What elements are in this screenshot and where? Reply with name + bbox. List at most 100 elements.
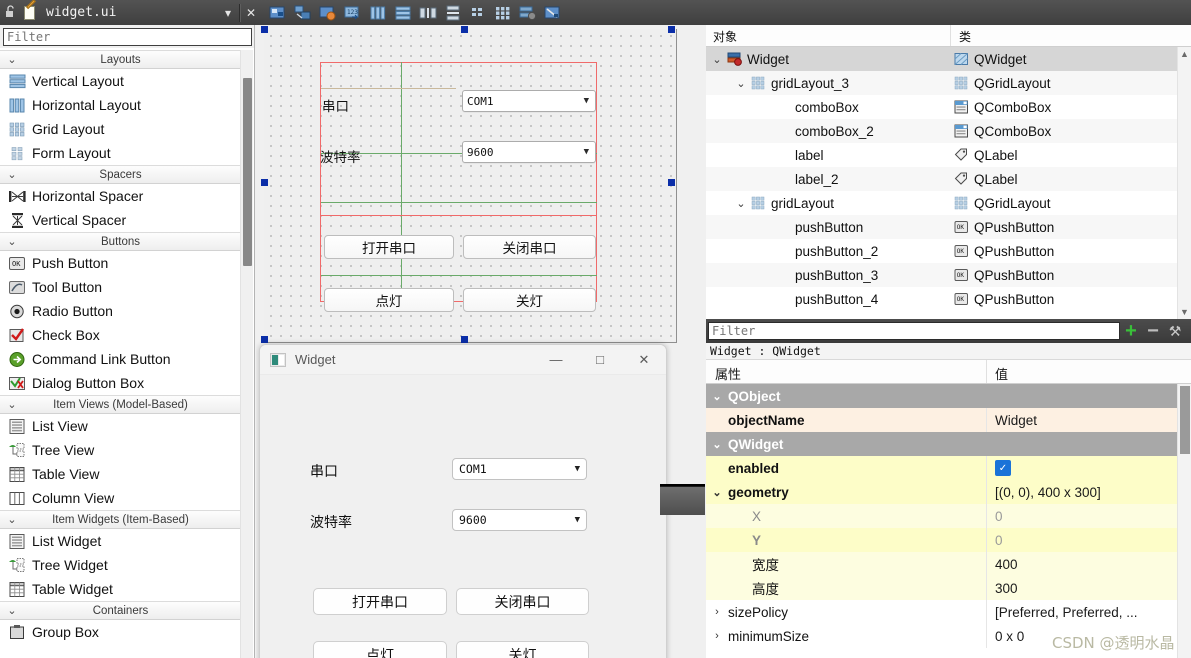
property-value-cell[interactable]: ✓ [987,456,1177,480]
widget-box-filter-input[interactable] [3,28,252,46]
property-row-minimumsize[interactable]: › minimumSize 0 x 0 [706,624,1177,648]
adjust-size-icon[interactable] [290,0,315,25]
widget-item-horizontal-layout[interactable]: Horizontal Layout [0,93,241,117]
buddy-edit-icon[interactable]: 123 [340,0,365,25]
widget-box-scrollbar[interactable] [240,50,253,658]
property-filter-input[interactable] [708,322,1120,340]
plus-icon[interactable]: + [1120,320,1142,342]
widget-item-vertical-layout[interactable]: Vertical Layout [0,69,241,93]
widget-item-horizontal-spacer[interactable]: Horizontal Spacer [0,184,241,208]
break-layout-icon[interactable] [265,0,290,25]
form-label-baud-rate[interactable]: 波特率 [320,146,361,166]
preview-titlebar[interactable]: Widget — □ ✕ [260,345,666,375]
property-value-cell[interactable]: 0 [987,528,1177,552]
layout-form-icon[interactable] [465,0,490,25]
widget-item-push-button[interactable]: OK Push Button [0,251,241,275]
scroll-down-icon[interactable]: ▼ [1180,305,1189,319]
property-scroll-thumb[interactable] [1180,386,1190,454]
layout-splitter-horizontal-icon[interactable] [415,0,440,25]
object-row-pushbutton[interactable]: pushButton OK QPushButton [706,215,1177,239]
preview-button-close-port[interactable]: 关闭串口 [456,588,589,615]
layout-splitter-vertical-icon[interactable] [440,0,465,25]
property-value-cell[interactable]: 400 [987,552,1177,576]
chevron-down-icon[interactable]: ▾ [217,0,239,25]
preview-combobox-baud[interactable]: 9600 ▼ [452,509,587,531]
object-row-combobox[interactable]: comboBox QComboBox [706,95,1177,119]
object-row-label[interactable]: label QLabel [706,143,1177,167]
close-icon[interactable]: ✕ [240,0,262,25]
resize-handle-top-center[interactable] [461,26,468,33]
widget-item-list-widget[interactable]: List Widget [0,529,241,553]
property-editor-rows[interactable]: ⌄ QObject objectName Widget ⌄ QWidget enabled ✓… [706,384,1177,658]
widget-item-radio-button[interactable]: Radio Button [0,299,241,323]
widget-item-column-view[interactable]: Column View [0,486,241,510]
form-combobox-baud[interactable]: 9600 ▼ [462,141,596,163]
object-row-label_2[interactable]: label_2 QLabel [706,167,1177,191]
object-inspector-scrollbar[interactable]: ▲ ▼ [1177,47,1191,319]
object-row-pushbutton_3[interactable]: pushButton_3 OK QPushButton [706,263,1177,287]
property-value-cell[interactable]: Widget [987,408,1177,432]
object-row-gridlayout[interactable]: ⌄ gridLayout QGridLayout [706,191,1177,215]
preview-combobox-port[interactable]: COM1 ▼ [452,458,587,480]
property-row-enabled[interactable]: enabled ✓ [706,456,1177,480]
widget-box-list[interactable]: ⌄ Layouts Vertical Layout Horizontal Layout… [0,50,241,658]
property-value-cell[interactable]: 300 [987,576,1177,600]
preview-button-light-on[interactable]: 点灯 [313,641,447,658]
property-value-cell[interactable]: 0 [987,504,1177,528]
wrench-icon[interactable]: ⚒ [1164,320,1186,342]
widget-category-containers[interactable]: ⌄ Containers [0,601,241,620]
form-button-light-on[interactable]: 点灯 [324,288,454,312]
form-combobox-port[interactable]: COM1 ▼ [462,90,596,112]
resize-handle-bottom-left[interactable] [261,336,268,343]
form-button-open-port[interactable]: 打开串口 [324,235,454,259]
property-row-geometry[interactable]: ⌄ geometry [(0, 0), 400 x 300] [706,480,1177,504]
chevron-down-icon[interactable]: ⌄ [734,77,748,90]
chevron-down-icon[interactable]: ⌄ [710,53,724,66]
chevron-down-icon[interactable]: ⌄ [734,197,748,210]
chevron-down-icon[interactable]: ⌄ [706,486,728,499]
property-row-qobject[interactable]: ⌄ QObject [706,384,1177,408]
signal-slot-icon[interactable] [540,0,565,25]
widget-box-scroll-thumb[interactable] [243,78,252,266]
resize-handle-top-right[interactable] [668,26,675,33]
preview-button-light-off[interactable]: 关灯 [456,641,589,658]
preview-button-open-port[interactable]: 打开串口 [313,588,447,615]
widget-category-item-widgets-item-based[interactable]: ⌄ Item Widgets (Item-Based) [0,510,241,529]
widget-item-dialog-button-box[interactable]: Dialog Button Box [0,371,241,395]
layout-horizontal-icon[interactable] [365,0,390,25]
property-row-高度[interactable]: 高度 300 [706,576,1177,600]
close-icon[interactable]: ✕ [622,345,666,375]
minus-icon[interactable]: − [1142,320,1164,342]
chevron-right-icon[interactable]: › [706,630,728,642]
object-row-pushbutton_2[interactable]: pushButton_2 OK QPushButton [706,239,1177,263]
object-row-widget[interactable]: ⌄ Widget QWidget [706,47,1177,71]
property-row-y[interactable]: Y0 [706,528,1177,552]
preview-icon[interactable] [315,0,340,25]
property-row-sizepolicy[interactable]: › sizePolicy [Preferred, Preferred, ... [706,600,1177,624]
widget-category-item-views-model-based[interactable]: ⌄ Item Views (Model-Based) [0,395,241,414]
widget-item-command-link-button[interactable]: Command Link Button [0,347,241,371]
checkbox-checked-icon[interactable]: ✓ [995,460,1011,476]
widget-item-table-widget[interactable]: Table Widget [0,577,241,601]
property-row-宽度[interactable]: 宽度 400 [706,552,1177,576]
property-row-objectname[interactable]: objectName Widget [706,408,1177,432]
resize-handle-middle-left[interactable] [261,179,268,186]
property-editor-scrollbar[interactable] [1177,384,1191,658]
resize-handle-bottom-center[interactable] [461,336,468,343]
property-row-x[interactable]: X0 [706,504,1177,528]
property-value-cell[interactable]: [Preferred, Preferred, ... [987,600,1177,624]
widget-item-tool-button[interactable]: Tool Button [0,275,241,299]
widget-category-buttons[interactable]: ⌄ Buttons [0,232,241,251]
tab-order-icon[interactable] [515,0,540,25]
widget-item-list-view[interactable]: List View [0,414,241,438]
property-value-cell[interactable]: [(0, 0), 400 x 300] [987,480,1177,504]
layout-vertical-icon[interactable] [390,0,415,25]
scroll-up-icon[interactable]: ▲ [1180,47,1189,61]
object-row-gridlayout_3[interactable]: ⌄ gridLayout_3 QGridLayout [706,71,1177,95]
resize-handle-top-left[interactable] [261,26,268,33]
chevron-down-icon[interactable]: ⌄ [706,390,728,403]
widget-item-grid-layout[interactable]: Grid Layout [0,117,241,141]
widget-category-layouts[interactable]: ⌄ Layouts [0,50,241,69]
collapsed-dock-strip[interactable] [660,486,705,515]
widget-item-tree-view[interactable]: Tree View [0,438,241,462]
